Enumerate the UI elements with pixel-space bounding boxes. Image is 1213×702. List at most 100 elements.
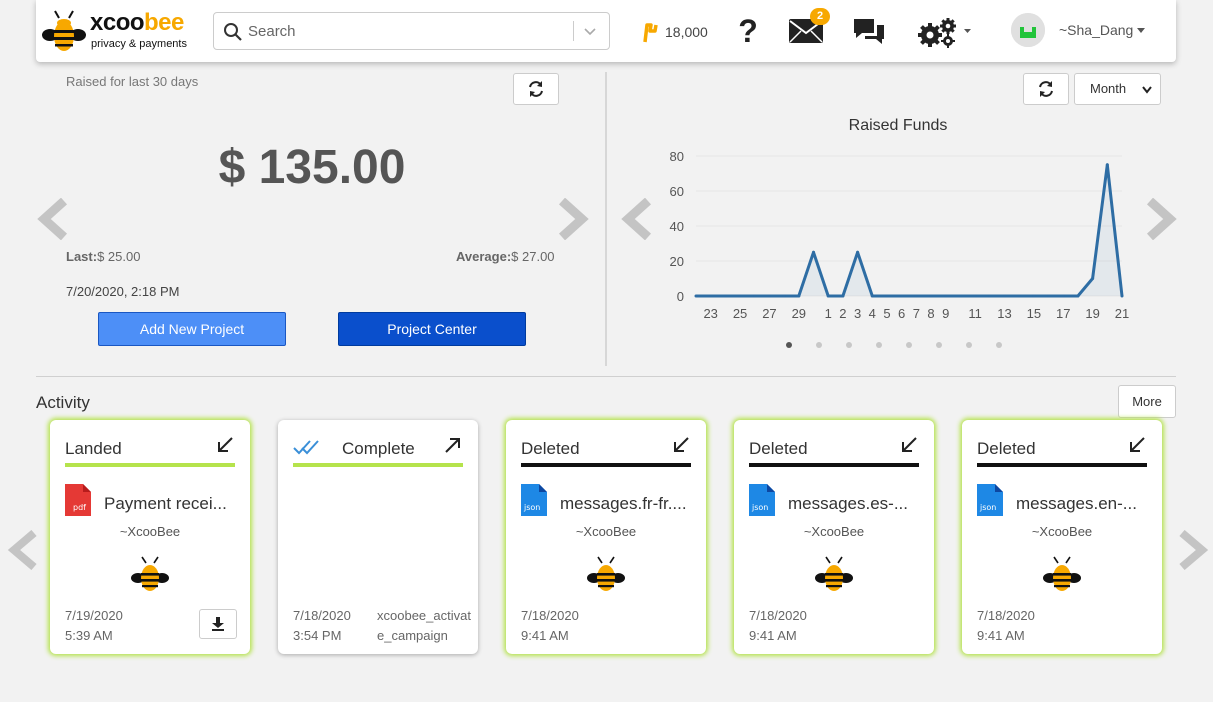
data-point[interactable] xyxy=(870,294,874,298)
x-tick-label: 29 xyxy=(792,306,806,321)
card-filename[interactable]: messages.en-... xyxy=(1016,494,1152,514)
data-point[interactable] xyxy=(812,250,816,254)
activity-card[interactable]: Deleted json messages.fr-fr.... ~XcooBee 7/1… xyxy=(506,420,706,654)
last-stat: Last:$ 25.00 xyxy=(66,249,141,264)
refresh-chart-button[interactable] xyxy=(1023,73,1069,105)
data-point[interactable] xyxy=(856,250,860,254)
x-tick-label: 17 xyxy=(1056,306,1070,321)
data-point[interactable] xyxy=(709,294,713,298)
project-center-button[interactable]: Project Center xyxy=(338,312,526,346)
activity-prev-arrow-icon[interactable] xyxy=(6,530,40,570)
data-point[interactable] xyxy=(1120,294,1124,298)
data-point[interactable] xyxy=(797,294,801,298)
chart-prev-arrow-icon[interactable] xyxy=(620,198,654,240)
download-icon xyxy=(212,617,224,631)
points-icon xyxy=(643,23,658,43)
json-file-icon: json xyxy=(977,484,1003,516)
data-point[interactable] xyxy=(1061,294,1065,298)
chevron-down-icon[interactable] xyxy=(583,24,597,38)
status-underline xyxy=(749,463,919,467)
more-button[interactable]: More xyxy=(1118,385,1176,418)
double-check-icon xyxy=(293,440,319,455)
funds-prev-arrow-icon[interactable] xyxy=(36,198,70,240)
points-value: 18,000 xyxy=(665,24,708,40)
card-datetime: 7/18/2020 9:41 AM xyxy=(521,608,579,643)
chevron-down-icon xyxy=(1142,86,1152,94)
data-point[interactable] xyxy=(958,294,962,298)
data-point[interactable] xyxy=(1017,294,1021,298)
json-file-icon: json xyxy=(749,484,775,516)
pagination-dot[interactable] xyxy=(786,342,792,348)
data-point[interactable] xyxy=(1047,294,1051,298)
xcoobee-logo[interactable]: xcoobee privacy & payments xyxy=(42,8,202,54)
activity-card[interactable]: Deleted json messages.en-... ~XcooBee 7/18/2… xyxy=(962,420,1162,654)
pagination-dot[interactable] xyxy=(996,342,1002,348)
refresh-icon xyxy=(529,81,543,97)
add-new-project-button[interactable]: Add New Project xyxy=(98,312,286,346)
x-tick-label: 15 xyxy=(1027,306,1041,321)
data-point[interactable] xyxy=(1076,294,1080,298)
card-filename[interactable]: messages.es-... xyxy=(788,494,924,514)
data-point[interactable] xyxy=(885,294,889,298)
pagination-dot[interactable] xyxy=(846,342,852,348)
pagination-dot[interactable] xyxy=(816,342,822,348)
arrow-down-left-icon xyxy=(1130,437,1145,452)
download-button[interactable] xyxy=(199,609,237,639)
activity-card[interactable]: Complete 7/18/2020 3:54 PM xcoobee_activate… xyxy=(278,420,478,654)
data-point[interactable] xyxy=(723,294,727,298)
search-input[interactable] xyxy=(248,19,568,43)
user-menu-caret-icon[interactable] xyxy=(1136,27,1146,35)
data-point[interactable] xyxy=(1032,294,1036,298)
card-datetime: 7/19/2020 5:39 AM xyxy=(65,608,123,643)
pagination-dot[interactable] xyxy=(876,342,882,348)
data-point[interactable] xyxy=(753,294,757,298)
search-box[interactable] xyxy=(213,12,610,50)
card-datetime: 7/18/2020 3:54 PM xyxy=(293,608,351,643)
search-icon xyxy=(224,23,242,41)
data-point[interactable] xyxy=(973,294,977,298)
chart-next-arrow-icon[interactable] xyxy=(1144,198,1178,240)
svg-text:json: json xyxy=(523,503,540,512)
period-select[interactable]: Month xyxy=(1074,73,1161,105)
data-point[interactable] xyxy=(841,294,845,298)
data-point[interactable] xyxy=(900,294,904,298)
data-point[interactable] xyxy=(767,294,771,298)
user-avatar[interactable] xyxy=(1011,13,1045,47)
data-point[interactable] xyxy=(782,294,786,298)
pagination-dot[interactable] xyxy=(936,342,942,348)
raised-amount: $ 135.00 xyxy=(218,141,406,194)
bee-icon xyxy=(587,556,625,591)
data-point[interactable] xyxy=(826,294,830,298)
data-point[interactable] xyxy=(988,294,992,298)
x-tick-label: 27 xyxy=(762,306,776,321)
data-point[interactable] xyxy=(738,294,742,298)
data-point[interactable] xyxy=(1105,163,1109,167)
activity-next-arrow-icon[interactable] xyxy=(1176,530,1210,570)
data-point[interactable] xyxy=(1002,294,1006,298)
activity-card[interactable]: Landed pdf Payment recei... ~XcooBee 7/19/20… xyxy=(50,420,250,654)
settings-gear-icon[interactable] xyxy=(916,14,974,48)
funds-next-arrow-icon[interactable] xyxy=(556,198,590,240)
y-tick-label: 40 xyxy=(670,219,684,234)
arrow-down-left-icon xyxy=(902,437,917,452)
data-point[interactable] xyxy=(944,294,948,298)
activity-card[interactable]: Deleted json messages.es-... ~XcooBee 7/18/2… xyxy=(734,420,934,654)
svg-text:?: ? xyxy=(738,14,758,46)
x-tick-label: 21 xyxy=(1115,306,1129,321)
help-icon[interactable]: ? xyxy=(736,14,760,46)
data-point[interactable] xyxy=(914,294,918,298)
chat-icon[interactable] xyxy=(852,17,886,47)
pagination-dot[interactable] xyxy=(966,342,972,348)
card-filename[interactable]: messages.fr-fr.... xyxy=(560,494,696,514)
data-point[interactable] xyxy=(929,294,933,298)
card-filename[interactable]: Payment recei... xyxy=(104,494,240,514)
data-point[interactable] xyxy=(694,294,698,298)
username-label[interactable]: ~Sha_Dang xyxy=(1059,22,1133,38)
card-status: Deleted xyxy=(521,439,580,458)
card-sender: ~XcooBee xyxy=(575,524,637,539)
refresh-funds-button[interactable] xyxy=(513,73,559,105)
points-balance[interactable]: 18,000 xyxy=(641,20,708,44)
card-sender: ~XcooBee xyxy=(803,524,865,539)
data-point[interactable] xyxy=(1091,277,1095,280)
pagination-dot[interactable] xyxy=(906,342,912,348)
